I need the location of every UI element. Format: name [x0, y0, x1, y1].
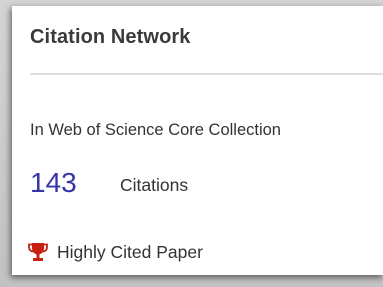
highly-cited-label: Highly Cited Paper — [57, 241, 203, 262]
card-title: Citation Network — [30, 26, 191, 48]
highly-cited-badge: Highly Cited Paper — [27, 239, 203, 265]
screenshot-canvas: Citation Network In Web of Science Core … — [0, 0, 383, 287]
citation-count-link[interactable]: 143 — [30, 166, 77, 200]
citation-network-card: Citation Network In Web of Science Core … — [12, 6, 383, 275]
title-divider — [30, 73, 383, 75]
trophy-icon — [27, 241, 49, 263]
collection-label: In Web of Science Core Collection — [30, 121, 281, 139]
citation-label: Citations — [120, 175, 189, 195]
